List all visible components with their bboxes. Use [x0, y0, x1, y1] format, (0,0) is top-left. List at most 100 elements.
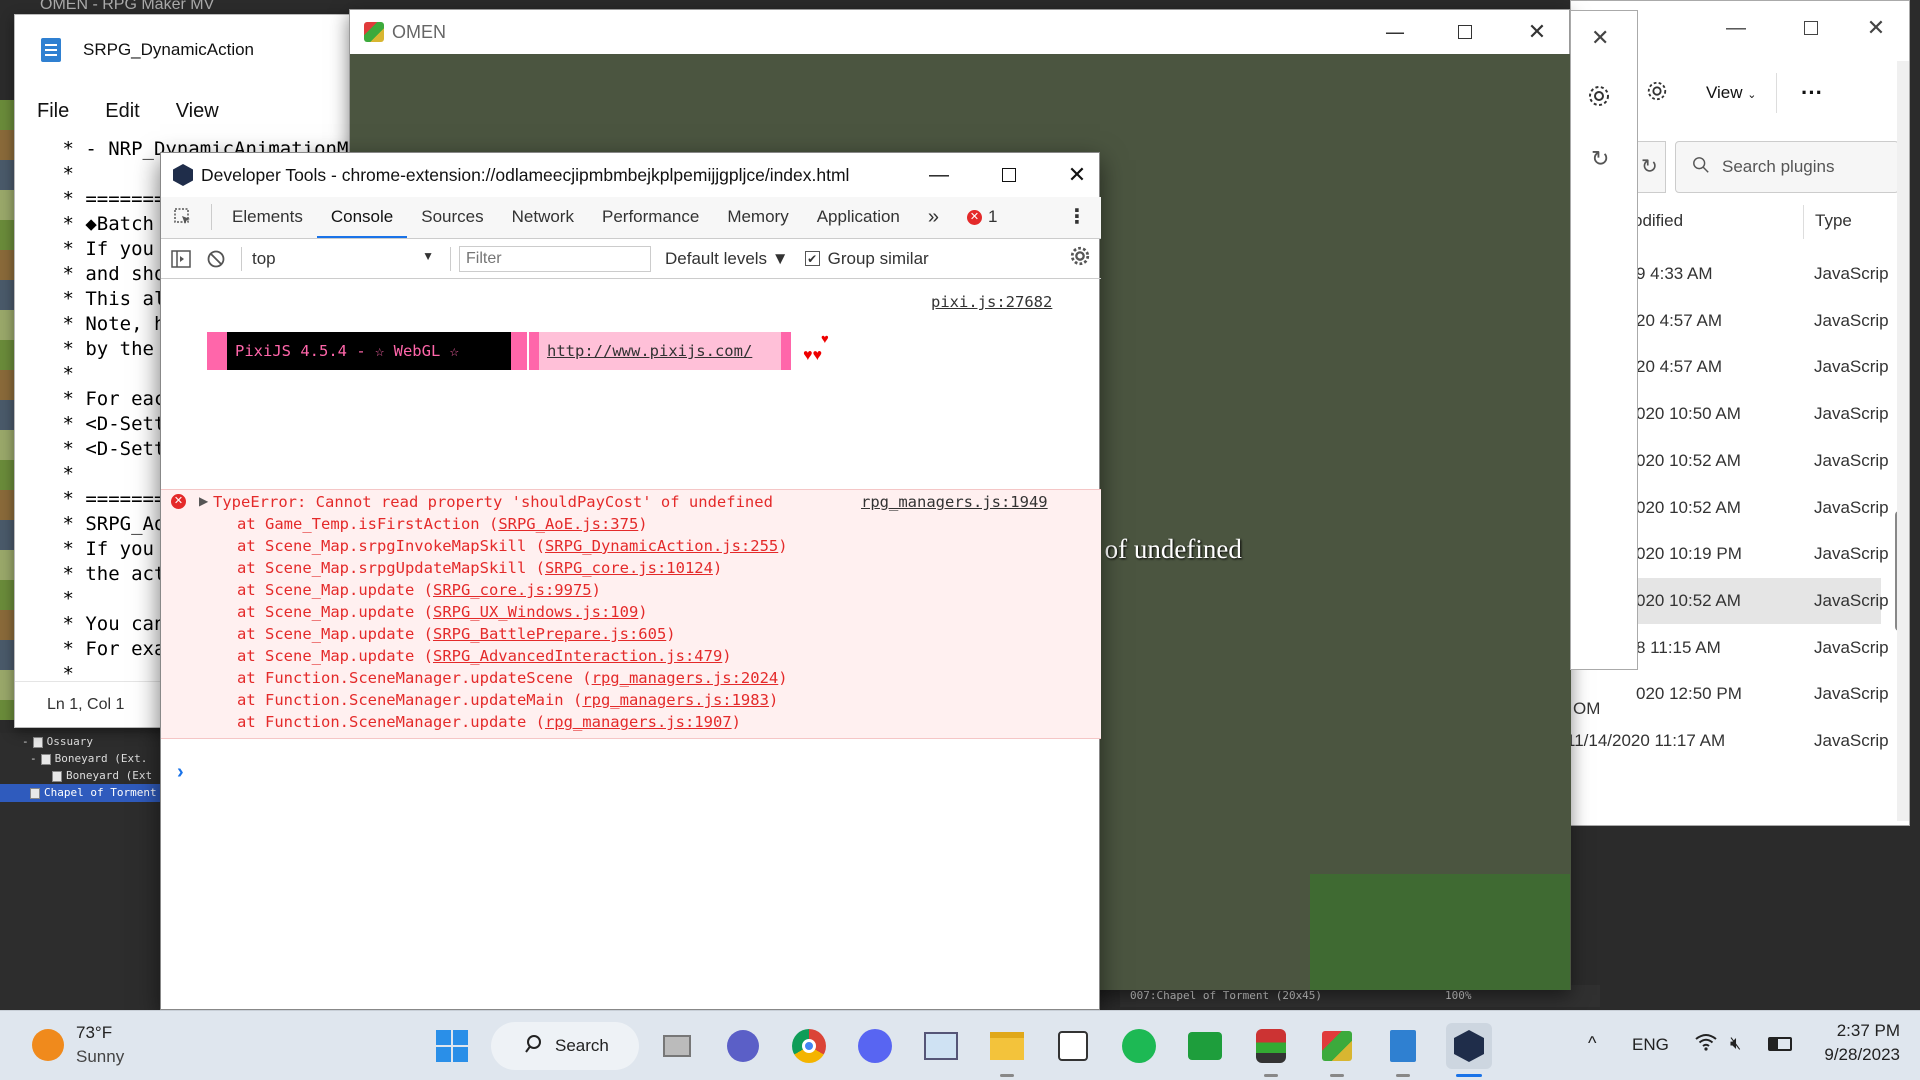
close-icon[interactable]: ✕ — [1057, 153, 1097, 197]
clock-date[interactable]: 9/28/2023 — [1806, 1045, 1900, 1065]
close-icon[interactable]: ✕ — [1591, 25, 1609, 51]
maximize-icon[interactable] — [989, 153, 1029, 197]
tile-palette[interactable] — [0, 100, 14, 720]
pixi-url-link[interactable]: http://www.pixijs.com/ — [539, 332, 781, 370]
map-tree: - Ossuary - Boneyard (Ext. Boneyard (Ext C… — [0, 733, 165, 1010]
vertical-scrollbar[interactable] — [1897, 61, 1909, 821]
menu-edit[interactable]: Edit — [105, 100, 139, 123]
error-stack-trace: at Game_Temp.isFirstAction (SRPG_AoE.js:… — [237, 513, 788, 733]
stack-source-link[interactable]: SRPG_core.js:10124 — [545, 559, 713, 577]
settings-icon[interactable] — [1587, 84, 1611, 108]
battery-icon[interactable] — [1768, 1037, 1792, 1051]
tab-memory[interactable]: Memory — [713, 196, 802, 238]
console-filter-input[interactable] — [459, 245, 651, 272]
start-windows-icon[interactable] — [429, 1023, 475, 1069]
column-type[interactable]: Type — [1815, 211, 1852, 231]
stack-source-link[interactable]: SRPG_BattlePrepare.js:605 — [433, 625, 666, 643]
video-chat-icon[interactable] — [720, 1023, 766, 1069]
notepad-icon[interactable] — [1380, 1023, 1426, 1069]
stack-function: at Function.SceneManager.updateMain — [237, 691, 564, 709]
chevron-up-icon[interactable]: ^ — [1588, 1033, 1596, 1054]
file-row[interactable]: 11/14/2020 11:17 AM JavaScrip — [1566, 718, 1889, 764]
stack-source-link[interactable]: SRPG_AdvancedInteraction.js:479 — [433, 647, 722, 665]
context-selector[interactable]: top ▼ — [252, 249, 442, 269]
clock-time[interactable]: 2:37 PM — [1830, 1021, 1900, 1041]
map-tree-item[interactable]: - Boneyard (Ext. — [30, 750, 147, 768]
search-box[interactable]: Search plugins — [1675, 141, 1899, 193]
close-icon[interactable]: ✕ — [1861, 13, 1891, 43]
wifi-icon[interactable] — [1695, 1033, 1717, 1056]
task-view-icon[interactable] — [654, 1023, 700, 1069]
settings-icon[interactable] — [1646, 80, 1668, 107]
language-indicator[interactable]: ENG — [1632, 1035, 1669, 1055]
stack-source-link[interactable]: SRPG_DynamicAction.js:255 — [545, 537, 778, 555]
taskbar-search[interactable]: Search — [491, 1022, 639, 1070]
twitch-icon[interactable] — [1050, 1023, 1096, 1069]
stack-source-link[interactable]: rpg_managers.js:2024 — [592, 669, 779, 687]
log-levels-dropdown[interactable]: Default levels ▼ — [665, 249, 789, 269]
minimize-icon[interactable]: — — [1721, 15, 1751, 41]
more-options-icon[interactable]: ··· — [1801, 80, 1823, 106]
chat-app-icon[interactable] — [1182, 1023, 1228, 1069]
refresh-button[interactable]: ↻ — [1636, 141, 1666, 193]
file-row[interactable]: 020 12:50 PM JavaScrip — [1571, 671, 1889, 717]
inspect-element-icon[interactable] — [161, 196, 205, 238]
stack-source-link[interactable]: SRPG_core.js:9975 — [433, 581, 592, 599]
file-explorer-icon[interactable] — [984, 1023, 1030, 1069]
stack-source-link[interactable]: SRPG_AoE.js:375 — [498, 515, 638, 533]
devtools-taskbar-icon[interactable] — [1446, 1023, 1492, 1069]
menu-view[interactable]: View — [176, 100, 219, 123]
log-source-link[interactable]: pixi.js:27682 — [931, 293, 1052, 311]
file-type: JavaScrip — [1814, 264, 1889, 283]
tab-performance[interactable]: Performance — [588, 196, 713, 238]
error-message: TypeError: Cannot read property 'shouldP… — [213, 493, 773, 511]
console-settings-icon[interactable] — [1069, 245, 1091, 272]
group-similar-checkbox[interactable]: ✔ Group similar — [804, 249, 929, 269]
stack-source-link[interactable]: rpg_managers.js:1907 — [545, 713, 732, 731]
more-tabs-button[interactable]: » — [914, 196, 953, 238]
stack-frame: at Function.SceneManager.updateScene (rp… — [237, 669, 788, 687]
view-button[interactable]: View ⌄ — [1706, 83, 1757, 103]
maximize-icon[interactable] — [1432, 10, 1498, 54]
column-divider[interactable] — [1803, 205, 1804, 239]
weather-desc[interactable]: Sunny — [76, 1047, 124, 1067]
file-date: 8 11:15 AM — [1636, 637, 1721, 657]
error-source-link[interactable]: rpg_managers.js:1949 — [861, 491, 1048, 513]
game-icon[interactable] — [1314, 1023, 1360, 1069]
map-tree-item[interactable]: Boneyard (Ext — [52, 767, 152, 785]
minimize-icon[interactable]: — — [919, 153, 959, 197]
sidebar-toggle-icon[interactable] — [161, 249, 201, 268]
maximize-icon[interactable] — [1796, 15, 1826, 41]
expand-triangle-icon[interactable]: ▶ — [199, 494, 208, 508]
file-type: JavaScrip — [1814, 731, 1889, 750]
error-counter[interactable]: ✕ 1 — [953, 196, 1011, 238]
menu-file[interactable]: File — [37, 100, 69, 123]
devtools-menu-icon[interactable]: ⋮ — [1053, 196, 1101, 238]
weather-temp[interactable]: 73°F — [76, 1023, 112, 1043]
column-date-modified[interactable]: odified — [1633, 211, 1683, 231]
stack-source-link[interactable]: rpg_managers.js:1983 — [582, 691, 769, 709]
map-terrain — [1310, 874, 1570, 990]
tab-sources[interactable]: Sources — [407, 196, 497, 238]
refresh-icon[interactable]: ↻ — [1591, 146, 1609, 172]
tab-network[interactable]: Network — [498, 196, 588, 238]
console-prompt[interactable]: › — [177, 761, 184, 784]
tab-application[interactable]: Application — [803, 196, 914, 238]
monitor-app-icon[interactable] — [918, 1023, 964, 1069]
tab-console[interactable]: Console — [316, 196, 408, 238]
chevron-down-icon: ⌄ — [1747, 89, 1757, 101]
spotify-icon[interactable] — [1116, 1023, 1162, 1069]
rpg-maker-icon[interactable] — [1248, 1023, 1294, 1069]
stack-frame: at Scene_Map.srpgInvokeMapSkill (SRPG_Dy… — [237, 537, 788, 555]
sun-icon[interactable] — [32, 1029, 64, 1061]
speaker-muted-icon[interactable]: 🔇︎ — [1730, 1033, 1741, 1054]
minimize-icon[interactable]: — — [1362, 10, 1428, 54]
discord-icon[interactable] — [852, 1023, 898, 1069]
clear-console-icon[interactable] — [201, 250, 231, 268]
stack-source-link[interactable]: SRPG_UX_Windows.js:109 — [433, 603, 638, 621]
map-tree-item[interactable]: - Ossuary — [22, 733, 93, 751]
chrome-icon[interactable] — [786, 1023, 832, 1069]
map-tree-item-selected[interactable]: Chapel of Torment — [0, 784, 165, 802]
tab-elements[interactable]: Elements — [218, 196, 317, 238]
close-icon[interactable]: ✕ — [1504, 10, 1570, 54]
